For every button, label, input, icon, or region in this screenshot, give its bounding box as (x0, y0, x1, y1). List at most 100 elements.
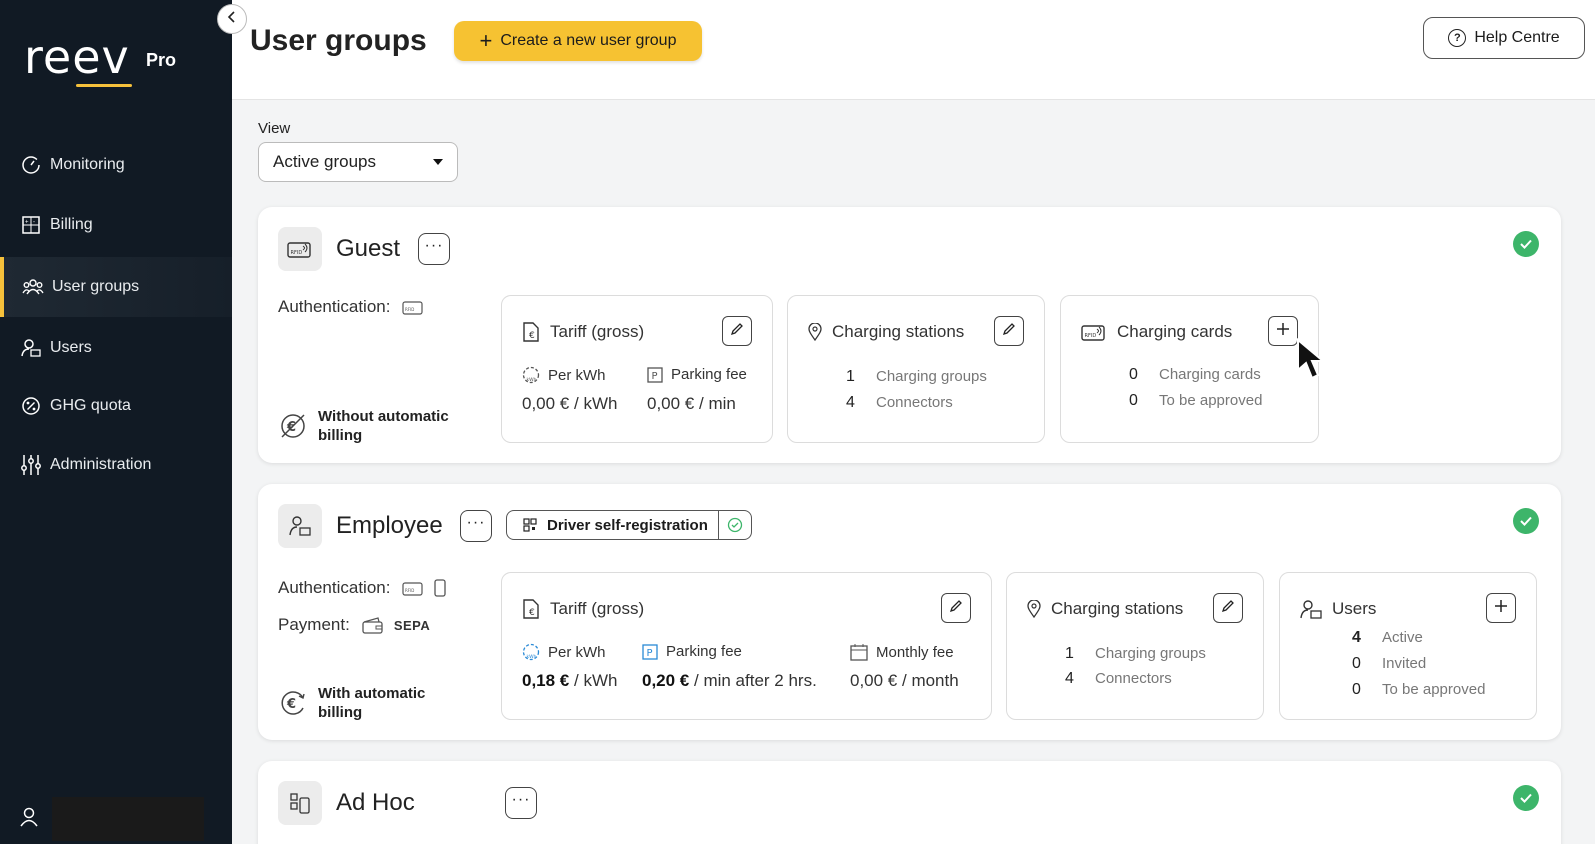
sidebar-item-billing[interactable]: + - Billing (0, 195, 232, 255)
help-centre-label: Help Centre (1474, 29, 1560, 46)
billing-mode: € With automatic billing (278, 684, 458, 722)
sidebar-item-monitoring[interactable]: Monitoring (0, 135, 232, 195)
edit-charging-stations-button[interactable] (1213, 593, 1243, 623)
qr-code-icon (523, 518, 537, 532)
per-kwh-label: Per kWh (548, 643, 606, 661)
sidebar: reev Pro Monitoring + - Billing User grou… (0, 0, 232, 844)
count-value: 0 (1352, 681, 1361, 698)
authentication-row: Authentication: RFID (278, 578, 456, 598)
charging-cards-title-text: Charging cards (1117, 322, 1233, 341)
page-header: User groups + Create a new user group ? … (232, 0, 1595, 100)
parking-fee-metric: P Parking fee (647, 366, 747, 383)
driver-self-registration-label: Driver self-registration (547, 516, 708, 534)
view-label: View (258, 120, 291, 137)
parking-fee-value: 0,20 € / min after 2 hrs. (642, 671, 817, 691)
count-value: 4 (1352, 629, 1361, 646)
pencil-icon (730, 322, 744, 341)
count-value: 1 (846, 368, 855, 385)
plus-icon (1494, 599, 1508, 618)
charging-stations-title: Charging stations (1027, 599, 1183, 619)
mouse-cursor-icon (1296, 337, 1330, 387)
svg-text:P: P (652, 371, 658, 382)
svg-text:RFID: RFID (1085, 333, 1097, 339)
tariff-document-icon: € (522, 322, 540, 342)
pencil-icon (949, 599, 963, 618)
driver-self-registration-badge[interactable]: Driver self-registration (506, 510, 752, 540)
pencil-icon (1221, 599, 1235, 618)
view-select[interactable]: Active groups (258, 142, 458, 182)
charging-groups-count: 1 Charging groups (846, 368, 987, 386)
account-menu[interactable] (0, 794, 232, 844)
billing-mode: € Without automatic billing (278, 407, 468, 445)
edit-charging-stations-button[interactable] (994, 316, 1024, 346)
active-users-count: 4 Active (1352, 629, 1423, 647)
rfid-card-icon: RFID (402, 299, 424, 315)
sidebar-item-label: Monitoring (50, 156, 125, 173)
payment-row: Payment: SEPA (278, 615, 430, 635)
more-dots-icon: ··· (424, 237, 444, 254)
brand-logo[interactable]: reev Pro (24, 34, 176, 87)
user-card-icon (278, 504, 322, 548)
connectors-count: 4 Connectors (1065, 670, 1172, 688)
per-kwh-amount: 0,18 € (522, 671, 570, 690)
count-value: 4 (846, 394, 855, 411)
svg-text:kWh: kWh (527, 654, 537, 660)
group-options-button[interactable]: ··· (505, 787, 537, 819)
edit-tariff-button[interactable] (722, 316, 752, 346)
check-circle-outline-icon (719, 517, 751, 533)
parking-fee-value: 0,00 € / min (647, 394, 736, 414)
svg-text:+: + (25, 220, 29, 226)
charging-stations-title-text: Charging stations (832, 322, 965, 341)
tariff-title: € Tariff (gross) (522, 599, 644, 619)
sidebar-item-administration[interactable]: Administration (0, 435, 232, 495)
qr-phone-icon (278, 781, 322, 825)
to-be-approved-count: 0 To be approved (1352, 681, 1485, 699)
group-options-button[interactable]: ··· (460, 510, 492, 542)
user-icon (20, 807, 38, 832)
sidebar-item-users[interactable]: Users (0, 318, 232, 378)
chevron-left-icon (226, 10, 238, 29)
tariff-document-icon: € (522, 599, 540, 619)
sidebar-item-user-groups[interactable]: User groups (0, 257, 232, 317)
add-charging-card-button[interactable] (1268, 316, 1298, 346)
main-content: View Active groups RFID Guest ··· Authen… (232, 100, 1595, 844)
wallet-icon (362, 616, 384, 634)
monthly-fee-metric: Monthly fee (850, 643, 954, 661)
svg-text:RFID: RFID (405, 588, 414, 593)
billing-mode-text: Without automatic billing (318, 408, 449, 444)
caret-down-icon (433, 159, 443, 165)
edit-tariff-button[interactable] (941, 593, 971, 623)
smartphone-icon (434, 579, 447, 597)
kwh-meter-icon: kWh (522, 643, 540, 661)
more-dots-icon: ··· (466, 514, 486, 531)
check-circle-icon (1513, 231, 1539, 257)
kwh-meter-icon: kWh (522, 366, 540, 384)
svg-text:€: € (286, 697, 296, 712)
monthly-fee-amount: 0,00 € (850, 671, 898, 690)
collapse-sidebar-button[interactable] (217, 4, 247, 34)
parking-fee-label: Parking fee (671, 366, 747, 383)
to-be-approved-count: 0 To be approved (1129, 392, 1262, 410)
users-group-icon (22, 276, 44, 298)
group-options-button[interactable]: ··· (418, 233, 450, 265)
connectors-count: 4 Connectors (846, 394, 953, 412)
help-centre-button[interactable]: ? Help Centre (1423, 17, 1585, 59)
payment-label: Payment: (278, 615, 350, 634)
rfid-card-icon: RFID (402, 580, 424, 596)
charging-stations-title: Charging stations (808, 322, 964, 342)
per-kwh-amount: 0,00 € (522, 394, 570, 413)
map-pin-icon (1027, 600, 1041, 618)
user-card-icon (20, 337, 42, 359)
svg-text:P: P (647, 648, 653, 659)
calendar-icon (850, 643, 868, 661)
account-name-redacted (52, 797, 204, 841)
billing-mode-text: With automatic billing (318, 685, 426, 721)
group-name: Guest (336, 235, 401, 262)
view-selected-value: Active groups (273, 152, 376, 171)
add-user-button[interactable] (1486, 593, 1516, 623)
sidebar-item-ghg-quota[interactable]: GHG quota (0, 376, 232, 436)
logo-tier: Pro (146, 50, 177, 70)
parking-sign-icon: P (642, 643, 658, 660)
more-dots-icon: ··· (511, 791, 531, 808)
create-user-group-button[interactable]: + Create a new user group (454, 21, 702, 61)
